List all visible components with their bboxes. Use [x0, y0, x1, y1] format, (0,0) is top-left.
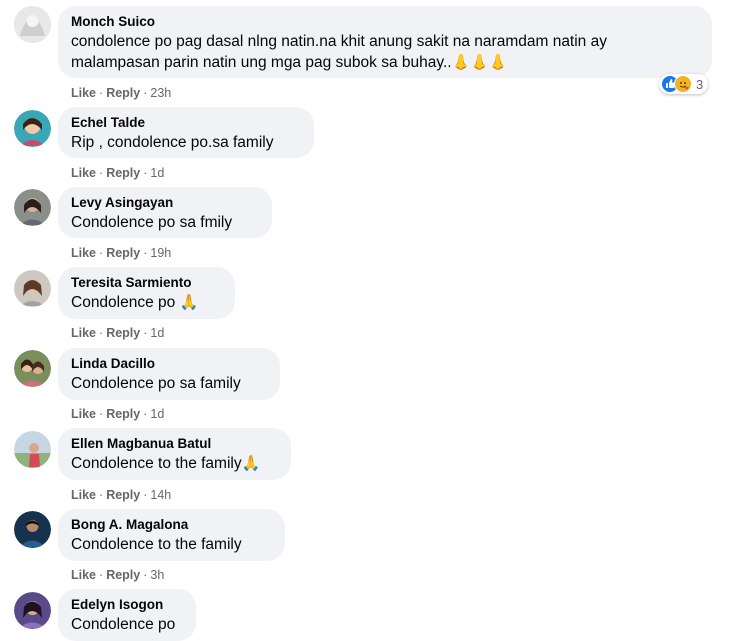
- avatar[interactable]: [14, 431, 51, 468]
- praying-hands-icon: 🙏: [241, 455, 261, 472]
- separator: ·: [143, 488, 148, 502]
- reply-button[interactable]: Reply: [106, 86, 140, 100]
- comment-author[interactable]: Edelyn Isogon: [71, 596, 183, 614]
- comment-author[interactable]: Monch Suico: [71, 13, 699, 31]
- separator: ·: [99, 326, 104, 340]
- timestamp[interactable]: 3h: [150, 568, 164, 582]
- like-button[interactable]: Like: [71, 86, 96, 100]
- comment-bubble: Levy Asingayan Condolence po sa fmily: [58, 187, 272, 238]
- avatar-image: [14, 270, 51, 307]
- comment-author[interactable]: Teresita Sarmiento: [71, 274, 222, 292]
- comment-text: Condolence po: [71, 616, 176, 633]
- comment-bubble: Monch Suico condolence po pag dasal nlng…: [58, 6, 712, 78]
- separator: ·: [99, 407, 104, 421]
- comment-actions: Like · Reply · 19h: [71, 245, 171, 261]
- comment-text: Condolence po 🙏: [71, 292, 222, 313]
- timestamp[interactable]: 1d: [150, 326, 164, 340]
- comment-author[interactable]: Levy Asingayan: [71, 194, 259, 212]
- reply-button[interactable]: Reply: [106, 488, 140, 502]
- avatar[interactable]: [14, 511, 51, 548]
- care-icon: [674, 75, 692, 93]
- avatar-image: [14, 431, 51, 468]
- comment-actions: Like · Reply · 1d: [71, 406, 164, 422]
- comment-text: Condolence po sa fmily: [71, 214, 233, 231]
- separator: ·: [99, 568, 104, 582]
- separator: ·: [143, 568, 148, 582]
- comment-actions: Like · Reply · 3h: [71, 567, 164, 583]
- timestamp[interactable]: 23h: [150, 86, 171, 100]
- comment-text: Condolence po sa family: [71, 375, 241, 392]
- avatar-image: [14, 350, 51, 387]
- separator: ·: [99, 488, 104, 502]
- timestamp[interactable]: 1d: [150, 407, 164, 421]
- reply-button[interactable]: Reply: [106, 166, 140, 180]
- comment-bubble: Linda Dacillo Condolence po sa family: [58, 348, 280, 400]
- avatar-image: [14, 189, 51, 226]
- like-button[interactable]: Like: [71, 326, 96, 340]
- comment-author[interactable]: Echel Talde: [71, 114, 301, 132]
- comment-author[interactable]: Ellen Magbanua Batul: [71, 435, 278, 453]
- avatar-image: [14, 6, 51, 43]
- reply-button[interactable]: Reply: [106, 407, 140, 421]
- like-button[interactable]: Like: [71, 568, 96, 582]
- comment-text-content: Condolence to the family: [71, 455, 242, 472]
- comment-bubble: Echel Talde Rip , condolence po.sa famil…: [58, 107, 314, 158]
- comment-author[interactable]: Linda Dacillo: [71, 355, 267, 373]
- reply-button[interactable]: Reply: [106, 246, 140, 260]
- separator: ·: [99, 246, 104, 260]
- avatar[interactable]: [14, 270, 51, 307]
- separator: ·: [143, 246, 148, 260]
- comment-text-line-1: condolence po pag dasal nlng natin.na kh…: [71, 33, 607, 50]
- like-button[interactable]: Like: [71, 407, 96, 421]
- reply-button[interactable]: Reply: [106, 326, 140, 340]
- separator: ·: [143, 407, 148, 421]
- comment-actions: Like · Reply · 1d: [71, 165, 164, 181]
- like-button[interactable]: Like: [71, 246, 96, 260]
- comment-bubble: Ellen Magbanua Batul Condolence to the f…: [58, 428, 291, 480]
- comment-text: Condolence to the family: [71, 536, 242, 553]
- separator: ·: [99, 86, 104, 100]
- avatar-image: [14, 592, 51, 629]
- avatar-image: [14, 511, 51, 548]
- comment-text: Rip , condolence po.sa family: [71, 134, 274, 151]
- separator: ·: [99, 166, 104, 180]
- nose-emoji-icon: 👃👃👃: [451, 54, 508, 71]
- avatar[interactable]: [14, 6, 51, 43]
- separator: ·: [143, 166, 148, 180]
- comment-text-content: Condolence po: [71, 294, 176, 311]
- reply-button[interactable]: Reply: [106, 568, 140, 582]
- timestamp[interactable]: 1d: [150, 166, 164, 180]
- separator: ·: [143, 86, 148, 100]
- comment-text-line-2-content: malampasan parin natin ung mga pag subok…: [71, 54, 452, 71]
- comment-actions: Like · Reply · 14h: [71, 487, 171, 503]
- comment-bubble: Bong A. Magalona Condolence to the famil…: [58, 509, 285, 561]
- avatar[interactable]: [14, 189, 51, 226]
- avatar-image: [14, 110, 51, 147]
- comment-bubble: Edelyn Isogon Condolence po: [58, 589, 196, 641]
- comment-actions: Like · Reply · 23h: [71, 85, 171, 101]
- timestamp[interactable]: 19h: [150, 246, 171, 260]
- comment-text: Condolence to the family🙏: [71, 453, 278, 474]
- comment-actions: Like · Reply · 1d: [71, 325, 164, 341]
- like-button[interactable]: Like: [71, 488, 96, 502]
- separator: ·: [143, 326, 148, 340]
- avatar[interactable]: [14, 592, 51, 629]
- timestamp[interactable]: 14h: [150, 488, 171, 502]
- like-button[interactable]: Like: [71, 166, 96, 180]
- reactions-summary[interactable]: 3: [659, 74, 709, 94]
- praying-hands-icon: 🙏: [179, 294, 199, 311]
- comment-text-line-2: malampasan parin natin ung mga pag subok…: [71, 52, 699, 73]
- avatar[interactable]: [14, 350, 51, 387]
- comment-bubble: Teresita Sarmiento Condolence po 🙏: [58, 267, 235, 319]
- avatar[interactable]: [14, 110, 51, 147]
- comment-author[interactable]: Bong A. Magalona: [71, 516, 272, 534]
- reaction-count: 3: [696, 76, 704, 92]
